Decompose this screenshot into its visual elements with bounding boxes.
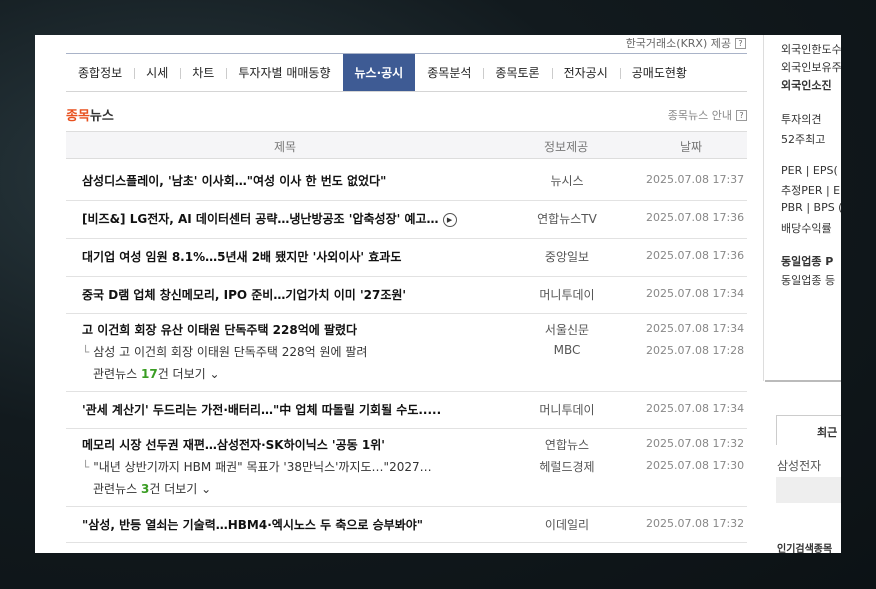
news-title-link[interactable]: 고 이건희 회장 유산 이태원 단독주택 228억에 팔렸다 [82, 321, 357, 338]
table-row: 삼성디스플레이, '남초' 이사회…"여성 이사 한 번도 없었다" 뉴시스 2… [66, 159, 747, 201]
news-source: 머니투데이 [539, 403, 595, 417]
krx-text: 한국거래소(KRX) 제공 [625, 37, 731, 50]
table-row: [비즈&] LG전자, AI 데이터센터 공략…냉난방공조 '압축성장' 예고…… [66, 201, 747, 239]
news-date: 2025.07.08 17:36 [646, 211, 745, 224]
sidebar-divider [765, 380, 841, 382]
news-title-link[interactable]: '관세 계산기' 두드리는 가전·배터리…"中 업체 따돌릴 기회될 수도...… [82, 401, 441, 418]
table-row: "삼성, 반등 열쇠는 기술력…HBM4·엑시노스 두 축으로 승부봐야" 이데… [66, 507, 747, 543]
tab-quotes[interactable]: 시세 [134, 54, 180, 91]
sidebar-item: 배당수익률 [781, 222, 832, 235]
news-source: MBC [553, 343, 581, 357]
recent-list-area [776, 477, 841, 503]
sidebar-divider [763, 35, 764, 381]
tab-chart[interactable]: 차트 [180, 54, 226, 91]
help-icon[interactable]: ? [736, 109, 747, 121]
sidebar-item: 동일업종 P [781, 255, 834, 268]
news-source: 연합뉴스TV [537, 212, 597, 226]
recent-stock-link[interactable]: 삼성전자 [777, 457, 821, 474]
stock-tabs: 종합정보 시세 차트 투자자별 매매동향 뉴스·공시 종목분석 종목토론 전자공… [66, 53, 747, 92]
news-source: 뉴시스 [550, 174, 584, 188]
news-list: 삼성디스플레이, '남초' 이사회…"여성 이사 한 번도 없었다" 뉴시스 2… [66, 159, 747, 543]
news-date: 2025.07.08 17:34 [646, 287, 745, 300]
tab-e-disclosure[interactable]: 전자공시 [551, 54, 620, 91]
sidebar-item: 외국인보유주 [781, 61, 841, 74]
help-icon[interactable]: ? [735, 37, 746, 49]
related-news-more-button[interactable]: 관련뉴스 3건 더보기 ⌄ [93, 480, 211, 497]
news-title-link[interactable]: [비즈&] LG전자, AI 데이터센터 공략…냉난방공조 '압축성장' 예고…… [82, 210, 457, 227]
news-date: 2025.07.08 17:28 [646, 344, 745, 357]
news-source: 서울신문 [544, 323, 590, 337]
stock-news-panel: 한국거래소(KRX) 제공 ? 종합정보 시세 차트 투자자별 매매동향 뉴스·… [35, 35, 841, 553]
tab-overview[interactable]: 종합정보 [66, 54, 134, 91]
news-source: 연합뉴스 [544, 438, 590, 452]
news-date: 2025.07.08 17:34 [646, 322, 745, 335]
table-row: 고 이건희 회장 유산 이태원 단독주택 228억에 팔렸다 서울신문 2025… [66, 314, 747, 392]
table-header: 제목 정보제공 날짜 [66, 131, 747, 159]
video-play-icon[interactable]: ▶ [442, 212, 457, 227]
table-row: 메모리 시장 선두권 재편…삼성전자·SK하이닉스 '공동 1위' 연합뉴스 2… [66, 429, 747, 507]
table-row: 대기업 여성 임원 8.1%…5년새 2배 됐지만 '사외이사' 효과도 중앙일… [66, 239, 747, 277]
news-date: 2025.07.08 17:37 [646, 173, 745, 186]
news-source: 헤럴드경제 [539, 460, 595, 474]
news-title-link[interactable]: 중국 D램 업체 창신메모리, IPO 준비…기업가치 이미 '27조원' [82, 286, 406, 303]
table-row: '관세 계산기' 두드리는 가전·배터리…"中 업체 따돌릴 기회될 수도...… [66, 392, 747, 429]
sidebar-item: PBR | BPS ( [781, 201, 841, 214]
column-source: 정보제공 [544, 140, 589, 154]
column-date: 날짜 [680, 140, 703, 154]
related-news-link[interactable]: └ "내년 상반기까지 HBM 패권" 목표가 '38만닉스'까지도…"2027… [82, 458, 432, 475]
tab-discussion[interactable]: 종목토론 [483, 54, 551, 91]
news-date: 2025.07.08 17:32 [646, 437, 745, 450]
tab-news-disclosure[interactable]: 뉴스·공시 [342, 54, 416, 91]
tab-short-selling[interactable]: 공매도현황 [619, 54, 699, 91]
sidebar-item: 외국인소진 [781, 79, 832, 92]
popular-search-title: 인기검색종목 [777, 544, 833, 553]
section-header: 종목뉴스 종목뉴스 안내 ? [66, 105, 747, 127]
tab-recent[interactable]: 최근 [776, 415, 841, 445]
related-news-more-button[interactable]: 관련뉴스 17건 더보기 ⌄ [93, 365, 220, 382]
news-title-link[interactable]: 메모리 시장 선두권 재편…삼성전자·SK하이닉스 '공동 1위' [82, 436, 385, 453]
sidebar-item: 추정PER | E [781, 184, 841, 197]
chevron-down-icon: ⌄ [209, 367, 220, 381]
news-source: 이데일리 [544, 518, 590, 532]
section-title: 종목뉴스 [66, 109, 114, 124]
sidebar-item: 외국인한도수 [781, 43, 841, 56]
column-title: 제목 [274, 140, 297, 154]
news-date: 2025.07.08 17:32 [646, 517, 745, 530]
krx-source-note: 한국거래소(KRX) 제공 ? [626, 35, 746, 51]
news-title-link[interactable]: 대기업 여성 임원 8.1%…5년새 2배 됐지만 '사외이사' 효과도 [82, 248, 401, 265]
sidebar-item: 52주최고 [781, 133, 826, 146]
sidebar-item: PER | EPS( [781, 164, 838, 177]
news-source: 중앙일보 [544, 250, 590, 264]
news-title-link[interactable]: "삼성, 반등 열쇠는 기술력…HBM4·엑시노스 두 축으로 승부봐야" [82, 516, 423, 533]
sidebar-item: 동일업종 등 [781, 274, 836, 287]
tab-investor-trading[interactable]: 투자자별 매매동향 [226, 54, 342, 91]
news-guide-link[interactable]: 종목뉴스 안내 ? [668, 107, 747, 123]
news-date: 2025.07.08 17:34 [646, 402, 745, 415]
chevron-down-icon: ⌄ [201, 482, 212, 496]
tab-analysis[interactable]: 종목분석 [415, 54, 483, 91]
news-date: 2025.07.08 17:30 [646, 459, 745, 472]
news-date: 2025.07.08 17:36 [646, 249, 745, 262]
related-news-link[interactable]: └ 삼성 고 이건희 회장 이태원 단독주택 228억 원에 팔려 [82, 343, 367, 360]
news-title-link[interactable]: 삼성디스플레이, '남초' 이사회…"여성 이사 한 번도 없었다" [82, 172, 386, 189]
sidebar-item: 투자의견 [781, 113, 822, 126]
table-row: 중국 D램 업체 창신메모리, IPO 준비…기업가치 이미 '27조원' 머니… [66, 277, 747, 314]
news-source: 머니투데이 [539, 288, 595, 302]
